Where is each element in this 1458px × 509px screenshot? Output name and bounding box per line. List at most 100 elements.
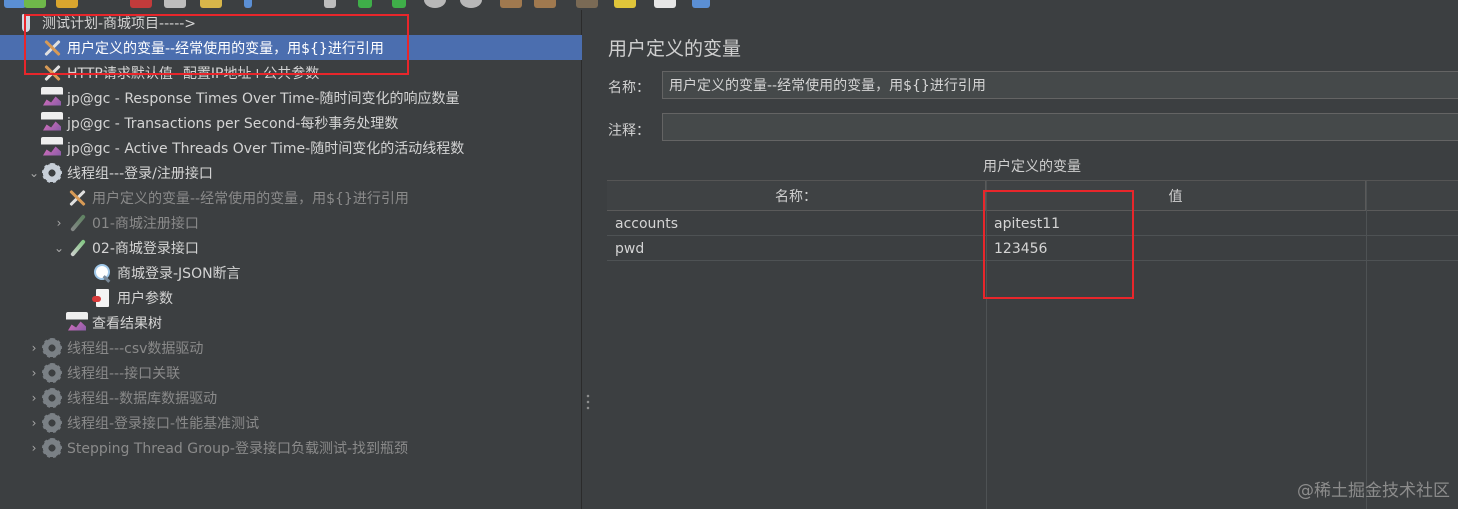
variables-table[interactable]: 名称： 值 accounts apitest11 pwd 123456 [607, 180, 1458, 509]
http-sampler-pipette-icon [66, 237, 88, 259]
thread-group-gear-icon [41, 336, 63, 359]
tree-node-label: 线程组---csv数据驱动 [67, 340, 204, 357]
tree-node-label: 线程组---登录/注册接口 [67, 165, 213, 182]
stop-icon[interactable] [424, 0, 446, 8]
add-icon[interactable] [244, 0, 252, 8]
help-icon[interactable] [692, 0, 710, 8]
chevron-right-icon[interactable]: › [52, 210, 66, 235]
http-sampler-pipette-icon [66, 212, 88, 234]
thread-group-gear-icon [41, 411, 63, 434]
tree-node-label: 用户定义的变量--经常使用的变量，用${}进行引用 [92, 190, 409, 207]
tree-node[interactable]: › 线程组-登录接口-性能基准测试 [0, 410, 582, 435]
assertion-magnifier-icon [91, 262, 113, 284]
table-row[interactable]: pwd 123456 [607, 236, 1458, 261]
tree-node[interactable]: 用户定义的变量--经常使用的变量，用${}进行引用 [0, 35, 582, 60]
tree-node[interactable]: › 线程组--数据库数据驱动 [0, 385, 582, 410]
column-header-value[interactable]: 值 [986, 181, 1366, 211]
tree-node-label: 商城登录-JSON断言 [117, 265, 241, 282]
broom-icon[interactable] [500, 0, 522, 8]
tree-node[interactable]: jp@gc - Active Threads Over Time-随时间变化的活… [0, 135, 582, 160]
new-icon[interactable] [4, 0, 26, 8]
variable-name-cell[interactable]: pwd [607, 236, 986, 261]
config-tools-icon [41, 62, 63, 84]
tree-node[interactable]: HTTP请求默认值--配置IP地址+公共参数 [0, 60, 582, 85]
graph-listener-icon [41, 136, 63, 159]
panel-title: 用户定义的变量 [608, 38, 742, 60]
clear-all-icon[interactable] [534, 0, 556, 8]
tree-node[interactable]: › 线程组---接口关联 [0, 360, 582, 385]
thread-group-gear-icon [41, 361, 63, 384]
splitter-grip-icon[interactable] [586, 393, 590, 411]
toolbar [0, 0, 1458, 10]
open-icon[interactable] [24, 0, 46, 8]
name-label: 名称： [608, 80, 650, 96]
binoculars-icon[interactable] [576, 0, 598, 8]
chevron-down-icon[interactable]: ⌄ [27, 160, 41, 185]
variable-value-cell[interactable]: apitest11 [986, 211, 1366, 236]
test-plan-tree[interactable]: 测试计划-商城项目-----> 用户定义的变量--经常使用的变量，用${}进行引用… [0, 10, 582, 509]
copy-icon[interactable] [164, 0, 186, 8]
name-input-value: 用户定义的变量--经常使用的变量，用${}进行引用 [669, 78, 986, 94]
chevron-down-icon[interactable]: ⌄ [52, 235, 66, 260]
tree-node-label: 01-商城注册接口 [92, 215, 199, 232]
table-row[interactable]: accounts apitest11 [607, 211, 1458, 236]
variable-value-cell[interactable]: 123456 [986, 236, 1366, 261]
tree-node[interactable]: 查看结果树 [0, 310, 582, 335]
thread-group-gear-icon [41, 436, 63, 459]
tree-node-label: 测试计划-商城项目-----> [42, 15, 197, 32]
tree-node-label: 线程组---接口关联 [67, 365, 181, 382]
tree-node-label: jp@gc - Response Times Over Time-随时间变化的响… [67, 90, 460, 107]
tree-node[interactable]: › Stepping Thread Group-登录接口负载测试-找到瓶颈 [0, 435, 582, 460]
tree-node[interactable]: 商城登录-JSON断言 [0, 260, 582, 285]
tree-node-label: jp@gc - Transactions per Second-每秒事务处理数 [67, 115, 399, 132]
pane-splitter[interactable] [583, 10, 593, 509]
variables-table-caption: 用户定义的变量 [983, 159, 1081, 175]
comment-label: 注释： [608, 123, 650, 139]
watermark: @稀土掘金技术社区 [1297, 481, 1450, 501]
function-helper-icon[interactable] [654, 0, 676, 8]
graph-listener-icon [41, 86, 63, 109]
tree-node[interactable]: ⌄ 线程组---登录/注册接口 [0, 160, 582, 185]
tree-node-label: Stepping Thread Group-登录接口负载测试-找到瓶颈 [67, 440, 408, 457]
chevron-right-icon[interactable]: › [27, 335, 41, 360]
comment-input[interactable] [662, 113, 1458, 141]
chevron-right-icon[interactable]: › [27, 435, 41, 460]
save-icon[interactable] [56, 0, 78, 8]
tree-node-label: 用户定义的变量--经常使用的变量，用${}进行引用 [67, 40, 384, 57]
chevron-right-icon[interactable]: › [27, 410, 41, 435]
tree-node[interactable]: jp@gc - Transactions per Second-每秒事务处理数 [0, 110, 582, 135]
chevron-right-icon[interactable]: › [27, 360, 41, 385]
chevron-right-icon[interactable]: › [27, 385, 41, 410]
shutdown-icon[interactable] [460, 0, 482, 8]
tree-node-label: 线程组--数据库数据驱动 [67, 390, 218, 407]
start-icon[interactable] [358, 0, 372, 8]
user-parameters-doc-icon [91, 287, 113, 309]
tree-node[interactable]: › 01-商城注册接口 [0, 210, 582, 235]
paste-icon[interactable] [200, 0, 222, 8]
variable-name-cell[interactable]: accounts [607, 211, 986, 236]
config-tools-icon [66, 187, 88, 209]
graph-listener-icon [66, 311, 88, 334]
test-plan-icon [16, 12, 38, 34]
tree-node[interactable]: 测试计划-商城项目-----> [0, 10, 582, 35]
reset-search-icon[interactable] [614, 0, 636, 8]
tree-node[interactable]: 用户定义的变量--经常使用的变量，用${}进行引用 [0, 185, 582, 210]
tree-node[interactable]: jp@gc - Response Times Over Time-随时间变化的响… [0, 85, 582, 110]
name-input[interactable]: 用户定义的变量--经常使用的变量，用${}进行引用 [662, 71, 1458, 99]
tree-node[interactable]: › 线程组---csv数据驱动 [0, 335, 582, 360]
tree-node[interactable]: 用户参数 [0, 285, 582, 310]
thread-group-gear-icon [41, 161, 63, 184]
wand-icon[interactable] [324, 0, 336, 8]
tree-node[interactable]: ⌄ 02-商城登录接口 [0, 235, 582, 260]
column-header-name[interactable]: 名称： [607, 181, 986, 211]
cut-icon[interactable] [130, 0, 152, 8]
start-no-pause-icon[interactable] [392, 0, 406, 8]
